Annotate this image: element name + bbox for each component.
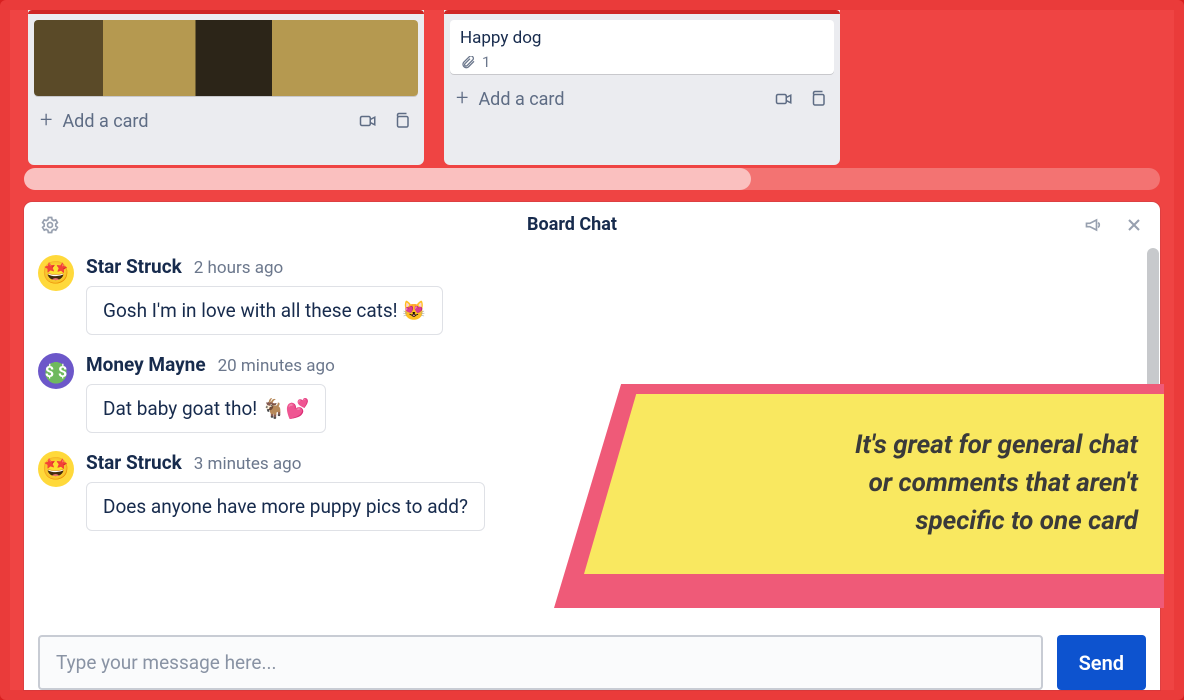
message-author: Star Struck bbox=[86, 451, 182, 474]
chat-message: 🤩 Star Struck 2 hours ago Gosh I'm in lo… bbox=[38, 255, 1146, 335]
message-input[interactable]: Type your message here... bbox=[38, 635, 1043, 690]
template-icon[interactable] bbox=[392, 112, 412, 130]
card[interactable]: Happy dog 1 bbox=[450, 20, 834, 74]
add-card-button[interactable]: + Add a card bbox=[40, 110, 149, 132]
attachment-count: 1 bbox=[482, 56, 490, 71]
message-author: Star Struck bbox=[86, 255, 182, 278]
video-icon[interactable] bbox=[774, 90, 794, 108]
horizontal-scrollbar[interactable] bbox=[24, 168, 1160, 190]
message-time: 3 minutes ago bbox=[194, 454, 302, 474]
message-author: Money Mayne bbox=[86, 353, 206, 376]
video-icon[interactable] bbox=[358, 112, 378, 130]
list-footer-icons bbox=[358, 112, 412, 130]
list-footer-icons bbox=[774, 90, 828, 108]
message-bubble: Does anyone have more puppy pics to add? bbox=[86, 482, 485, 531]
add-card-label: Add a card bbox=[62, 111, 148, 132]
vertical-scrollbar-thumb[interactable] bbox=[1147, 248, 1159, 482]
list-accent-bar bbox=[28, 10, 424, 14]
settings-gear-icon[interactable] bbox=[40, 215, 60, 235]
megaphone-icon[interactable] bbox=[1084, 215, 1104, 235]
chat-message: $ $ Money Mayne 20 minutes ago Dat baby … bbox=[38, 353, 1146, 433]
attachment-icon bbox=[460, 56, 476, 70]
avatar: 🤩 bbox=[38, 451, 74, 487]
list: Happy dog 1 + Add a card bbox=[444, 10, 840, 165]
chat-header: Board Chat bbox=[24, 202, 1160, 243]
list: + Add a card bbox=[28, 10, 424, 165]
message-bubble: Dat baby goat tho! 🐐💕 bbox=[86, 384, 326, 433]
plus-icon: + bbox=[40, 110, 52, 132]
message-time: 20 minutes ago bbox=[218, 356, 335, 376]
message-bubble: Gosh I'm in love with all these cats! 😻 bbox=[86, 286, 443, 335]
chat-composer: Type your message here... Send bbox=[38, 625, 1146, 690]
card-cover-image bbox=[34, 20, 418, 96]
message-time: 2 hours ago bbox=[194, 258, 283, 278]
chat-messages: 🤩 Star Struck 2 hours ago Gosh I'm in lo… bbox=[24, 243, 1160, 531]
send-button[interactable]: Send bbox=[1057, 635, 1146, 690]
card-badges: 1 bbox=[450, 56, 834, 74]
board-chat-panel: Board Chat 🤩 Star Struck 2 hours ago bbox=[24, 202, 1160, 690]
list-accent-bar bbox=[444, 10, 840, 14]
close-icon[interactable] bbox=[1124, 215, 1144, 235]
chat-title: Board Chat bbox=[60, 214, 1084, 235]
horizontal-scrollbar-thumb[interactable] bbox=[24, 168, 751, 190]
card-title: Happy dog bbox=[450, 20, 834, 56]
add-card-label: Add a card bbox=[478, 89, 564, 110]
board-lists: + Add a card Happy dog bbox=[20, 10, 1164, 165]
app-frame: + Add a card Happy dog bbox=[0, 0, 1184, 700]
list-footer: + Add a card bbox=[450, 80, 834, 114]
plus-icon: + bbox=[456, 88, 468, 110]
list-footer: + Add a card bbox=[34, 102, 418, 136]
avatar: 🤩 bbox=[38, 255, 74, 291]
vertical-scrollbar[interactable] bbox=[1146, 248, 1160, 614]
chat-message: 🤩 Star Struck 3 minutes ago Does anyone … bbox=[38, 451, 1146, 531]
message-input-placeholder: Type your message here... bbox=[56, 651, 276, 674]
add-card-button[interactable]: + Add a card bbox=[456, 88, 565, 110]
template-icon[interactable] bbox=[808, 90, 828, 108]
avatar: $ $ bbox=[38, 353, 74, 389]
card[interactable] bbox=[34, 20, 418, 96]
